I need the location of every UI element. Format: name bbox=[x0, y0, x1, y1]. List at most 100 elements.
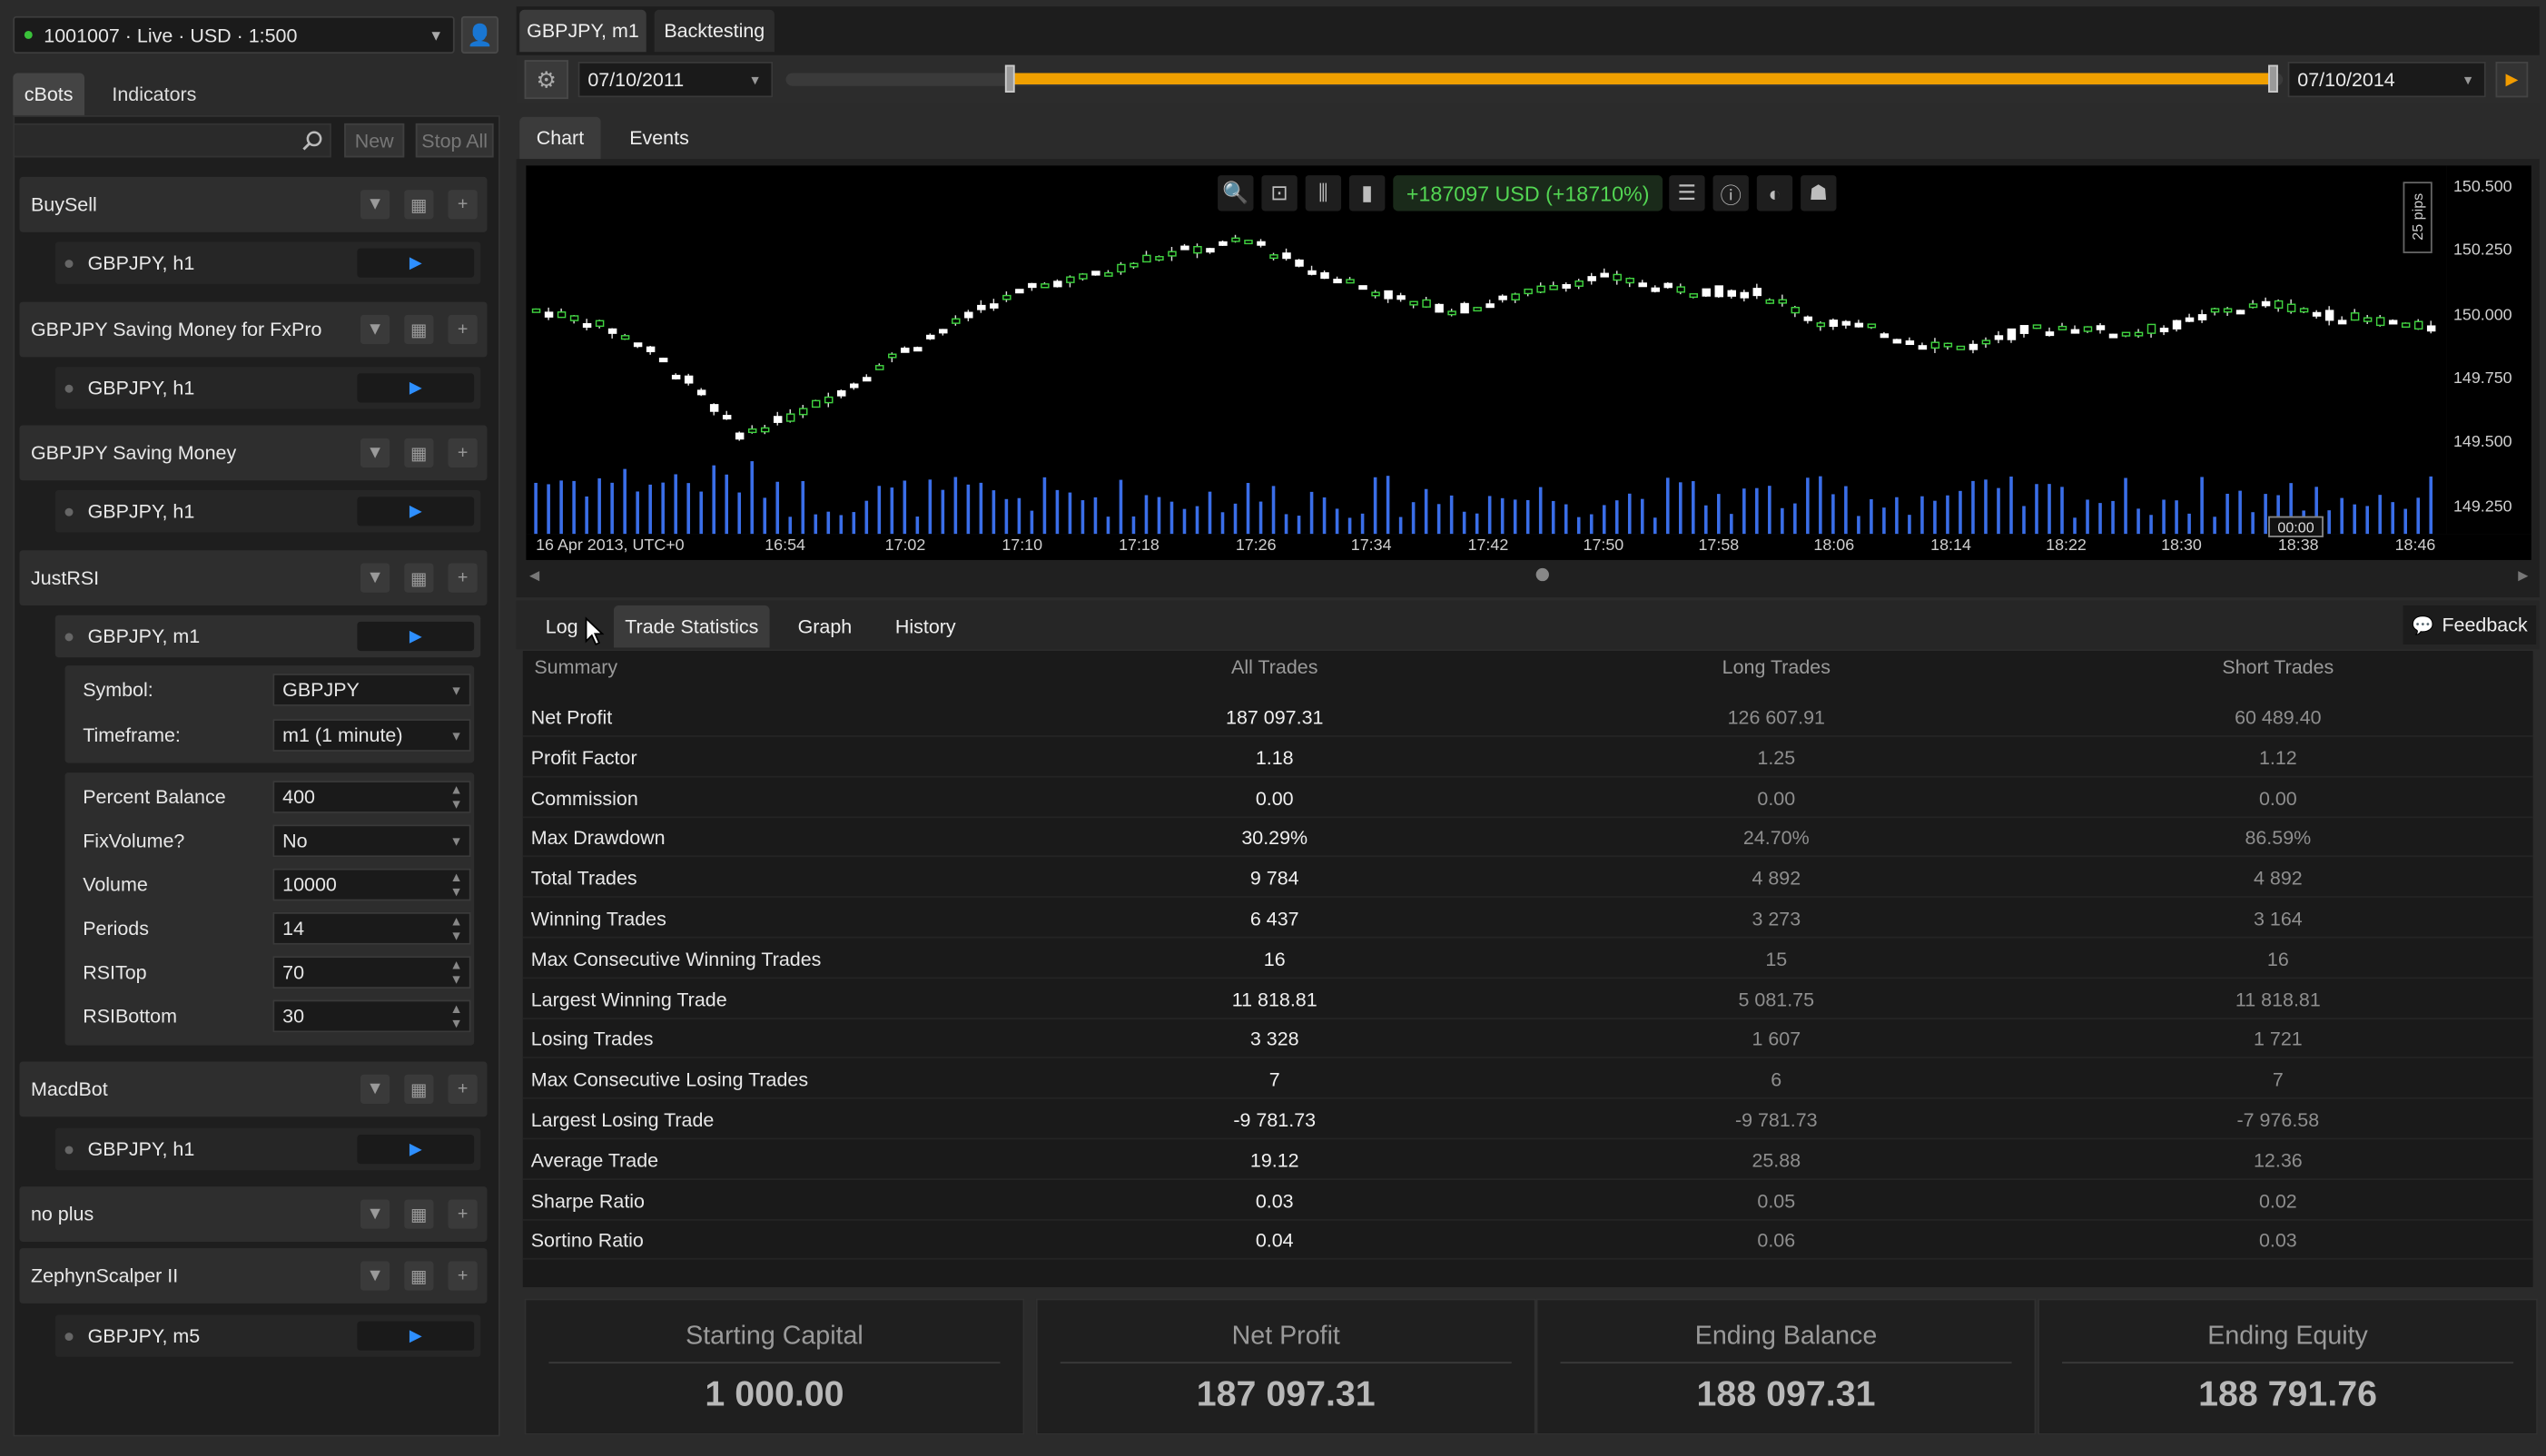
instances-icon[interactable]: ▦ bbox=[404, 438, 434, 468]
instance-item[interactable]: GBPJPY, h1 ▶ bbox=[54, 490, 481, 533]
instance-item[interactable]: GBPJPY, h1 ▶ bbox=[54, 241, 481, 284]
new-button[interactable]: New bbox=[344, 123, 405, 158]
add-icon[interactable]: + bbox=[448, 1199, 478, 1229]
param-input[interactable]: 400 ▲ ▼ bbox=[272, 781, 471, 813]
bot-macdbot[interactable]: MacdBot ▼ ▦ + bbox=[19, 1061, 488, 1117]
chevron-down-icon[interactable]: ▼ bbox=[360, 1261, 390, 1291]
chevron-down-icon[interactable]: ▼ bbox=[360, 314, 390, 345]
tab-chart[interactable]: Chart bbox=[519, 116, 601, 160]
scroll-left-icon[interactable]: ◀ bbox=[529, 567, 539, 582]
bot-justrsi[interactable]: JustRSI ▼ ▦ + bbox=[19, 550, 488, 605]
range-start-handle[interactable] bbox=[1004, 64, 1015, 93]
candle bbox=[1689, 293, 1698, 299]
all-trades-value: 11 818.81 bbox=[1231, 988, 1317, 1011]
stepper-icon[interactable]: ▲ ▼ bbox=[449, 914, 462, 943]
play-icon[interactable]: ▶ bbox=[357, 621, 475, 652]
param-input[interactable]: 10000 ▲ ▼ bbox=[272, 868, 471, 901]
list-icon[interactable]: ☰ bbox=[1669, 175, 1705, 212]
bot-no-plus[interactable]: no plus ▼ ▦ + bbox=[19, 1186, 488, 1242]
price-chart[interactable] bbox=[526, 165, 2447, 535]
all-trades-value: 16 bbox=[1263, 947, 1286, 970]
candle bbox=[1333, 279, 1342, 284]
start-date-picker[interactable]: 07/10/2011 ▼ bbox=[577, 61, 774, 98]
param-input[interactable]: 70 ▲ ▼ bbox=[272, 956, 471, 989]
chart-scrollbar[interactable]: ◀ ▶ bbox=[526, 565, 2531, 584]
scroll-thumb[interactable] bbox=[1535, 567, 1549, 582]
search-input[interactable] bbox=[13, 123, 331, 158]
play-icon[interactable]: ▶ bbox=[357, 497, 475, 526]
instances-icon[interactable]: ▦ bbox=[404, 190, 434, 220]
chevron-down-icon[interactable]: ▼ bbox=[360, 438, 390, 468]
candle bbox=[2274, 300, 2284, 310]
chevron-down-icon[interactable]: ▼ bbox=[360, 1074, 390, 1104]
instance-item[interactable]: GBPJPY, h1 ▶ bbox=[54, 1127, 481, 1171]
account-selector[interactable]: 1001007 · Live · USD · 1:500 ▼ bbox=[13, 15, 455, 54]
chevron-down-icon[interactable]: ▼ bbox=[360, 1199, 390, 1229]
tab-trade-statistics[interactable]: Trade Statistics bbox=[613, 605, 770, 648]
play-icon[interactable]: ▶ bbox=[357, 1321, 475, 1351]
tab-history[interactable]: History bbox=[880, 605, 971, 647]
instances-icon[interactable]: ▦ bbox=[404, 563, 434, 593]
bot-buysell[interactable]: BuySell ▼ ▦ + bbox=[19, 176, 488, 232]
candles-icon[interactable]: ⫼ bbox=[1305, 175, 1342, 212]
tab-graph[interactable]: Graph bbox=[783, 605, 867, 647]
feedback-button[interactable]: 💬 Feedback bbox=[2403, 605, 2537, 644]
scroll-right-icon[interactable]: ▶ bbox=[2518, 567, 2528, 582]
volume-bar bbox=[2225, 493, 2229, 535]
info-icon[interactable]: ⓘ bbox=[1712, 175, 1749, 212]
add-icon[interactable]: + bbox=[448, 190, 478, 220]
play-icon[interactable]: ▶ bbox=[357, 1134, 475, 1165]
timeframe-select[interactable]: m1 (1 minute) ▼ bbox=[272, 719, 471, 752]
end-date-picker[interactable]: 07/10/2014 ▼ bbox=[2287, 61, 2486, 98]
candle bbox=[1918, 345, 1928, 350]
bot-saving-money[interactable]: GBPJPY Saving Money ▼ ▦ + bbox=[19, 425, 488, 481]
volume-bar bbox=[1602, 505, 1606, 535]
bot-zephynscalper[interactable]: ZephynScalper II ▼ ▦ + bbox=[19, 1248, 488, 1304]
chevron-down-icon[interactable]: ▼ bbox=[360, 563, 390, 593]
stepper-icon[interactable]: ▲ ▼ bbox=[449, 958, 462, 987]
instance-item-selected[interactable]: GBPJPY, m1 ▶ bbox=[54, 615, 481, 658]
start-backtest-button[interactable]: ▶ bbox=[2495, 61, 2529, 98]
volume-bar bbox=[750, 461, 755, 535]
instances-icon[interactable]: ▦ bbox=[404, 314, 434, 345]
symbol-select[interactable]: GBPJPY ▼ bbox=[272, 674, 471, 706]
play-icon[interactable]: ▶ bbox=[357, 373, 475, 403]
instances-icon[interactable]: ▦ bbox=[404, 1261, 434, 1291]
zoom-fit-icon[interactable]: ⊡ bbox=[1261, 175, 1298, 212]
bot-saving-money-fxpro[interactable]: GBPJPY Saving Money for FxPro ▼ ▦ + bbox=[19, 301, 488, 358]
stop-all-button[interactable]: Stop All bbox=[415, 123, 494, 158]
people-icon[interactable]: ☗ bbox=[1801, 175, 1837, 212]
instance-item[interactable]: GBPJPY, h1 ▶ bbox=[54, 367, 481, 409]
add-icon[interactable]: + bbox=[448, 438, 478, 468]
stepper-icon[interactable]: ▲ ▼ bbox=[449, 782, 462, 812]
add-icon[interactable]: + bbox=[448, 563, 478, 593]
stepper-icon[interactable]: ▲ ▼ bbox=[449, 870, 462, 899]
candle bbox=[1791, 306, 1801, 314]
tab-events[interactable]: Events bbox=[614, 117, 705, 159]
zoom-icon[interactable]: 🔍 bbox=[1218, 175, 1254, 212]
add-icon[interactable]: + bbox=[448, 314, 478, 345]
param-input[interactable]: 14 ▲ ▼ bbox=[272, 911, 471, 945]
add-icon[interactable]: + bbox=[448, 1074, 478, 1104]
tab-indicators[interactable]: Indicators bbox=[97, 73, 211, 114]
play-icon[interactable]: ▶ bbox=[357, 248, 475, 278]
chart-type-icon[interactable]: ▮ bbox=[1348, 175, 1386, 212]
tab-backtesting[interactable]: Backtesting bbox=[654, 9, 775, 53]
instances-icon[interactable]: ▦ bbox=[404, 1074, 434, 1104]
tab-log[interactable]: Log bbox=[533, 605, 591, 647]
range-end-handle[interactable] bbox=[2268, 64, 2278, 93]
sound-icon[interactable]: ◐ bbox=[1756, 175, 1793, 212]
candle bbox=[1994, 335, 2004, 340]
gear-icon[interactable]: ⚙ bbox=[524, 60, 568, 100]
instance-item[interactable]: GBPJPY, m5 ▶ bbox=[54, 1314, 481, 1357]
param-select[interactable]: No ▼ bbox=[272, 824, 471, 858]
tab-gbpjpy-m1[interactable]: GBPJPY, m1 bbox=[519, 9, 646, 53]
chevron-down-icon[interactable]: ▼ bbox=[360, 190, 390, 220]
param-input[interactable]: 30 ▲ ▼ bbox=[272, 999, 471, 1033]
tab-cbots[interactable]: cBots bbox=[13, 73, 84, 115]
instances-icon[interactable]: ▦ bbox=[404, 1199, 434, 1229]
stepper-icon[interactable]: ▲ ▼ bbox=[449, 1001, 462, 1030]
instance-label: GBPJPY, h1 bbox=[87, 376, 195, 399]
add-icon[interactable]: + bbox=[448, 1261, 478, 1291]
user-icon[interactable]: 👤 bbox=[460, 15, 498, 54]
